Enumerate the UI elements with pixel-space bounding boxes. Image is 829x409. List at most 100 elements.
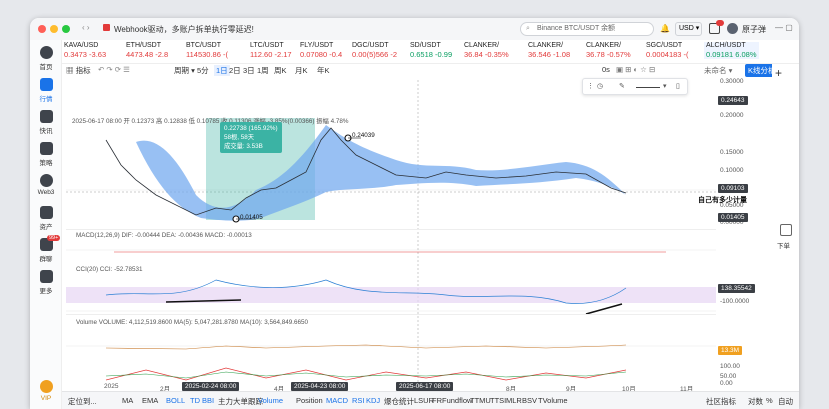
window-controls-icon[interactable]: — ▢	[775, 23, 793, 32]
ticker-value: 114530.86 -(	[186, 50, 228, 59]
rsi-line	[105, 367, 627, 381]
indicator-tab-8[interactable]: Position	[296, 396, 323, 405]
indicator-button[interactable]: ▦ 指标	[66, 65, 91, 76]
layout-icon[interactable]: ▣ ⊞ ◐ ☆ ⊟	[616, 65, 655, 74]
price-axis[interactable]: 0.30000 0.20000 0.15000 0.10000 0.05000 …	[698, 78, 770, 387]
order-icon[interactable]	[780, 224, 792, 236]
indicator-tab-11[interactable]: KDJ	[366, 396, 380, 405]
sidebar-item-home[interactable]: 首页	[30, 46, 62, 71]
sidebar-item-chat[interactable]: 99+ 群聊	[30, 235, 62, 263]
ticker-item[interactable]: SD/USDT 0.6518 -0.99	[410, 42, 452, 59]
sidebar-item-news[interactable]: 快讯	[30, 110, 62, 135]
indicator-tab-16[interactable]: TTMU	[470, 396, 491, 405]
low-price-label: 0.01405	[240, 214, 263, 221]
period-2[interactable]: 2日	[229, 65, 241, 76]
ticker-name: CLANKER/	[586, 42, 622, 49]
ticker-value: 4473.48 -2.8	[126, 50, 169, 59]
indicator-tab-5[interactable]: BBI	[202, 396, 214, 405]
period-4[interactable]: 1周	[257, 65, 269, 76]
sidebar-item-strategy[interactable]: 策略	[30, 142, 62, 167]
period-select[interactable]: 周期 ▾	[174, 65, 195, 76]
trend-line-right[interactable]	[585, 303, 623, 315]
sidebar-item-vip[interactable]: VIP	[30, 380, 62, 402]
indicator-tab-1[interactable]: MA	[122, 396, 133, 405]
time-marker-end: 2025-04-23 08:00	[291, 382, 349, 391]
indicator-tab-20[interactable]: TVolume	[538, 396, 568, 405]
unnamed-layout[interactable]: 未命名 ▾	[704, 65, 732, 76]
crosshair-time: 2025-06-17 08:00	[396, 382, 454, 391]
ticker-item[interactable]: FLY/USDT 0.07080 -0.4	[300, 42, 342, 59]
period-3[interactable]: 3日	[243, 65, 255, 76]
indicator-tab-14[interactable]: FR	[432, 396, 442, 405]
volume-readout: Volume VOLUME: 4,112,519.8600 MA(5): 5,0…	[76, 319, 308, 326]
indicator-tab-2[interactable]: EMA	[142, 396, 158, 405]
chat-badge: 99+	[47, 235, 61, 241]
username[interactable]: 原子弹	[742, 24, 766, 35]
indicator-tab-17[interactable]: TTSI	[490, 396, 506, 405]
indicator-tab-3[interactable]: BOLL	[166, 396, 185, 405]
message-badge	[716, 20, 724, 26]
close-window-button[interactable]	[38, 25, 46, 33]
home-icon	[39, 46, 53, 59]
indicator-tab-6[interactable]: 主力大单跟踪	[218, 396, 263, 407]
currency-select[interactable]: USD ▾	[675, 22, 702, 36]
ticker-item[interactable]: BTC/USDT 114530.86 -(	[186, 42, 228, 59]
indicator-tab-15[interactable]: Fundflow	[442, 396, 472, 405]
indicator-tab-9[interactable]: MACD	[326, 396, 348, 405]
sidebar-item-market[interactable]: 行情	[30, 78, 62, 103]
period-0[interactable]: 5分	[197, 65, 209, 76]
indicator-tab-7[interactable]: Volume	[258, 396, 283, 405]
chart-area[interactable]: 2025-06-17 08:00 开 0.12373 高 0.12838 低 0…	[66, 80, 716, 386]
avatar[interactable]	[727, 23, 738, 34]
indicator-tab-12[interactable]: 爆仓统计	[384, 396, 414, 407]
ticker-item[interactable]: CLANKER/36.84 -0.35%	[464, 42, 509, 59]
web3-icon	[39, 174, 53, 187]
indicator-tab-10[interactable]: RSI	[352, 396, 365, 405]
tab-title[interactable]: Webhook驱动，多账户拆单执行零延迟!	[114, 24, 254, 35]
minimize-window-button[interactable]	[50, 25, 58, 33]
ticker-item[interactable]: CLANKER/36.78 -0.57%	[586, 42, 631, 59]
period-5[interactable]: 周K	[274, 65, 287, 76]
low-price-tag: 0.01405	[718, 213, 748, 222]
volume-tag: 13.3M	[718, 346, 743, 355]
forward-back-icon[interactable]: ‹ ›	[82, 23, 90, 32]
maximize-window-button[interactable]	[62, 25, 70, 33]
ticker-name: CLANKER/	[528, 42, 564, 49]
indicator-tab-18[interactable]: MLR	[506, 396, 522, 405]
ticker-name: BTC/USDT	[186, 42, 221, 49]
current-price-tag: 0.09103	[718, 184, 748, 193]
axis-option-2[interactable]: %	[766, 396, 773, 405]
bell-icon[interactable]: 🔔	[660, 24, 670, 33]
zoom-label[interactable]: 0s	[602, 65, 610, 74]
period-7[interactable]: 年K	[317, 65, 330, 76]
indicator-tab-4[interactable]: TD	[190, 396, 200, 405]
ticker-item[interactable]: DGC/USDT 0.00(5)566 -2	[352, 42, 397, 59]
ticker-item[interactable]: LTC/USDT 112.60 -2.17	[250, 42, 292, 59]
sidebar-item-assets[interactable]: 资产	[30, 206, 62, 231]
sidebar-item-more[interactable]: 更多	[30, 270, 62, 295]
indicator-tab-13[interactable]: LSUR	[414, 396, 434, 405]
ticker-value: 36.84 -0.35%	[464, 50, 509, 59]
indicator-tab-0[interactable]: 定位到...	[68, 396, 97, 407]
indicator-tab-19[interactable]: BSV	[522, 396, 537, 405]
ticker-item[interactable]: ETH/USDT 4473.48 -2.8	[126, 42, 168, 59]
axis-option-3[interactable]: 自动	[778, 396, 793, 407]
period-1[interactable]: 1日	[214, 65, 230, 76]
ticker-item[interactable]: ALCH/USDT 0.09181 6.08%	[704, 42, 759, 59]
app-window: ‹ › Webhook驱动，多账户拆单执行零延迟! ⌕ Binance BTC/…	[30, 18, 799, 409]
order-button[interactable]: 下单	[777, 240, 790, 250]
add-tab-icon[interactable]: +	[775, 66, 782, 80]
axis-option-1[interactable]: 对数	[748, 396, 763, 407]
ticker-item[interactable]: SGC/USDT 0.0004183 -(	[646, 42, 689, 59]
axis-option-0[interactable]: 社区指标	[706, 396, 736, 407]
ticker-name: SGC/USDT	[646, 42, 683, 49]
sidebar-item-web3[interactable]: Web3	[30, 174, 62, 196]
news-icon	[39, 110, 53, 123]
ticker-value: 0.00(5)566 -2	[352, 50, 398, 59]
ticker-item[interactable]: CLANKER/36.546 -1.08	[528, 42, 570, 59]
search-input[interactable]: ⌕ Binance BTC/USDT 余额	[520, 22, 654, 36]
period-6[interactable]: 月K	[295, 65, 308, 76]
undo-icon[interactable]: ↶ ↷ ⟳ ☰	[98, 65, 130, 74]
ticker-item[interactable]: KAVA/USD 0.3473 -3.63	[64, 42, 106, 59]
chart-annotation: 自己有多少计量	[698, 197, 747, 204]
